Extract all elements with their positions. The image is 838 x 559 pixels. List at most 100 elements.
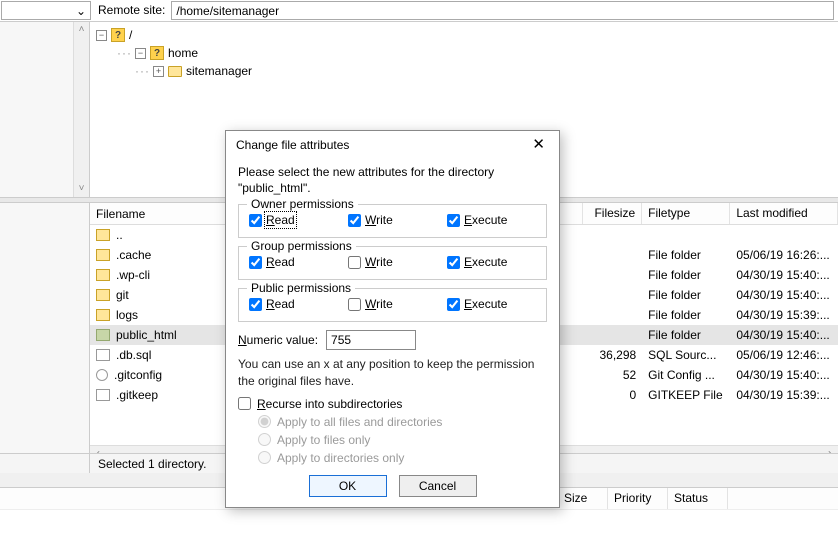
file-name: .gitkeep (116, 388, 158, 402)
scroll-up-icon[interactable]: ˄ (74, 22, 89, 38)
col-filetype[interactable]: Filetype (642, 203, 730, 224)
numeric-hint: You can use an x at any position to keep… (238, 356, 547, 388)
file-name: .cache (116, 248, 151, 262)
col-filesize[interactable]: Filesize (583, 203, 642, 224)
tree-label: home (168, 46, 198, 60)
scroll-left-icon[interactable]: ‹ (90, 446, 106, 453)
file-size: 36,298 (583, 348, 642, 362)
file-icon (96, 389, 110, 401)
file-type: SQL Sourc... (642, 348, 730, 362)
file-modified: 04/30/19 15:39:... (730, 388, 838, 402)
group-write-checkbox[interactable]: Write (348, 255, 437, 269)
file-icon (96, 329, 110, 341)
group-execute-checkbox[interactable]: Execute (447, 255, 536, 269)
remote-site-label: Remote site: (92, 0, 171, 21)
public-execute-checkbox[interactable]: Execute (447, 297, 536, 311)
ok-button[interactable]: OK (309, 475, 387, 497)
owner-permissions-group: Owner permissions Read Write Execute (238, 204, 547, 238)
file-type: GITKEEP File (642, 388, 730, 402)
collapse-icon[interactable]: − (135, 48, 146, 59)
folder-icon (168, 64, 182, 78)
file-name: logs (116, 308, 138, 322)
public-legend: Public permissions (247, 281, 355, 295)
file-icon (96, 289, 110, 301)
file-modified: 05/06/19 12:46:... (730, 348, 838, 362)
file-modified: 05/06/19 16:26:... (730, 248, 838, 262)
expand-icon[interactable]: + (153, 66, 164, 77)
file-name: .db.sql (116, 348, 151, 362)
tree-sitemanager[interactable]: ··· + sitemanager (96, 62, 832, 80)
queue-pane (0, 509, 838, 559)
file-type: File folder (642, 328, 730, 342)
file-icon (96, 369, 108, 381)
file-modified: 04/30/19 15:40:... (730, 328, 838, 342)
file-type: Git Config ... (642, 368, 730, 382)
close-button[interactable]: ✕ (528, 137, 549, 152)
radio-all: Apply to all files and directories (258, 413, 547, 431)
file-icon (96, 269, 110, 281)
remote-path-input[interactable] (171, 1, 834, 20)
radio-dirs: Apply to directories only (258, 449, 547, 467)
public-write-checkbox[interactable]: Write (348, 297, 437, 311)
col-status[interactable]: Status (668, 488, 728, 509)
change-attributes-dialog: Change file attributes ✕ Please select t… (225, 130, 560, 508)
radio-files: Apply to files only (258, 431, 547, 449)
file-size: 52 (583, 368, 642, 382)
tree-connector-icon: ··· (117, 46, 132, 60)
file-name: .wp-cli (116, 268, 150, 282)
tree-label: / (129, 28, 132, 42)
file-modified: 04/30/19 15:40:... (730, 288, 838, 302)
cancel-button[interactable]: Cancel (399, 475, 477, 497)
file-name: git (116, 288, 129, 302)
col-modified[interactable]: Last modified (730, 203, 838, 224)
group-permissions-group: Group permissions Read Write Execute (238, 246, 547, 280)
collapse-icon[interactable]: − (96, 30, 107, 41)
file-name: public_html (116, 328, 177, 342)
file-modified: 04/30/19 15:40:... (730, 368, 838, 382)
chevron-down-icon: ⌄ (76, 4, 86, 18)
file-icon (96, 229, 110, 241)
file-modified: 04/30/19 15:40:... (730, 268, 838, 282)
file-icon (96, 249, 110, 261)
owner-read-checkbox[interactable]: Read (249, 213, 338, 227)
file-icon (96, 309, 110, 321)
file-icon (96, 349, 110, 361)
file-name: .gitconfig (114, 368, 162, 382)
col-size[interactable]: Size (558, 488, 608, 509)
local-tree-pane: ˄ ˅ (0, 22, 90, 197)
file-type: File folder (642, 268, 730, 282)
file-name: .. (116, 228, 123, 242)
question-folder-icon: ? (150, 46, 164, 60)
public-permissions-group: Public permissions Read Write Execute (238, 288, 547, 322)
public-read-checkbox[interactable]: Read (249, 297, 338, 311)
remote-site-bar: ⌄ Remote site: (0, 0, 838, 22)
group-legend: Group permissions (247, 239, 356, 253)
numeric-value-input[interactable] (326, 330, 416, 350)
question-folder-icon: ? (111, 28, 125, 42)
owner-write-checkbox[interactable]: Write (348, 213, 437, 227)
local-site-dropdown[interactable]: ⌄ (1, 1, 91, 20)
owner-execute-checkbox[interactable]: Execute (447, 213, 536, 227)
file-type: File folder (642, 248, 730, 262)
local-scrollbar[interactable]: ˄ ˅ (73, 22, 89, 197)
tree-home[interactable]: ··· − ? home (96, 44, 832, 62)
dialog-intro: Please select the new attributes for the… (238, 164, 547, 196)
tree-label: sitemanager (186, 64, 252, 78)
col-priority[interactable]: Priority (608, 488, 668, 509)
file-type: File folder (642, 288, 730, 302)
recurse-checkbox[interactable] (238, 397, 251, 410)
local-file-pane (0, 203, 90, 453)
status-text: Selected 1 directory. (90, 455, 215, 473)
scroll-right-icon[interactable]: › (822, 446, 838, 453)
owner-legend: Owner permissions (247, 197, 358, 211)
file-modified: 04/30/19 15:39:... (730, 308, 838, 322)
tree-root[interactable]: − ? / (96, 26, 832, 44)
dialog-title: Change file attributes (236, 138, 349, 152)
file-size: 0 (583, 388, 642, 402)
file-type: File folder (642, 308, 730, 322)
tree-connector-icon: ··· (135, 64, 150, 78)
recurse-label: Recurse into subdirectories (257, 397, 402, 411)
scroll-down-icon[interactable]: ˅ (74, 181, 89, 197)
group-read-checkbox[interactable]: Read (249, 255, 338, 269)
numeric-label: Numeric value: (238, 333, 318, 347)
